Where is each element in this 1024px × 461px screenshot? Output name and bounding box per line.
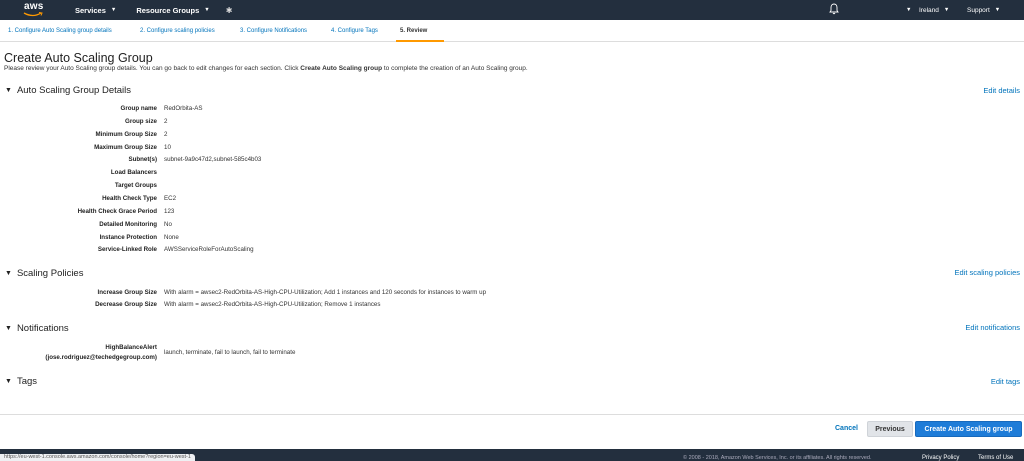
chevron-down-icon: ▼ bbox=[204, 7, 210, 13]
page-description-bold: Create Auto Scaling group bbox=[300, 65, 383, 72]
detail-label: Subnet(s) bbox=[128, 156, 157, 163]
aws-logo[interactable]: aws bbox=[22, 1, 48, 18]
policy-value: With alarm = awsec2-RedOrbita-AS-High-CP… bbox=[164, 301, 381, 308]
step-review[interactable]: 5. Review bbox=[400, 28, 427, 34]
step-configure-tags[interactable]: 4. Configure Tags bbox=[331, 28, 378, 34]
policy-label: Decrease Group Size bbox=[95, 301, 157, 308]
section-header-details[interactable]: ▼ Auto Scaling Group Details bbox=[5, 85, 131, 96]
detail-value: 2 bbox=[164, 118, 168, 125]
collapse-triangle-icon: ▼ bbox=[5, 87, 12, 94]
edit-scaling-policies-link[interactable]: Edit scaling policies bbox=[955, 268, 1020, 277]
detail-label: Instance Protection bbox=[99, 234, 157, 241]
notification-email-label: (jose.rodriguez@techedgegroup.com) bbox=[45, 354, 157, 361]
section-title-details: Auto Scaling Group Details bbox=[16, 85, 131, 96]
page-description-end: to complete the creation of an Auto Scal… bbox=[382, 65, 528, 72]
page-description: Please review your Auto Scaling group de… bbox=[4, 65, 528, 72]
step-configure-details[interactable]: 1. Configure Auto Scaling group details bbox=[8, 28, 112, 34]
detail-label: Detailed Monitoring bbox=[99, 221, 157, 228]
detail-value: RedOrbita-AS bbox=[164, 105, 203, 112]
support-label: Support bbox=[967, 6, 990, 14]
section-title-notifications: Notifications bbox=[16, 323, 69, 334]
section-header-notifications[interactable]: ▼ Notifications bbox=[5, 323, 69, 334]
step-configure-notifications[interactable]: 3. Configure Notifications bbox=[240, 28, 307, 34]
region-menu[interactable]: Ireland ▼ bbox=[919, 0, 949, 20]
detail-label: Service-Linked Role bbox=[97, 246, 157, 253]
policy-value: With alarm = awsec2-RedOrbita-AS-High-CP… bbox=[164, 289, 487, 296]
detail-value: No bbox=[164, 221, 172, 228]
notification-value: launch, terminate, fail to launch, fail … bbox=[164, 349, 296, 356]
divider bbox=[0, 414, 1024, 415]
privacy-policy-link[interactable]: Privacy Policy bbox=[922, 455, 959, 461]
detail-label: Group name bbox=[120, 105, 157, 112]
detail-label: Target Groups bbox=[114, 182, 157, 189]
section-title-policies: Scaling Policies bbox=[16, 268, 84, 279]
detail-label: Health Check Grace Period bbox=[77, 208, 157, 215]
active-step-indicator bbox=[396, 40, 444, 42]
terms-of-use-link[interactable]: Terms of Use bbox=[978, 455, 1013, 461]
status-bar-url: https://eu-west-1.console.aws.amazon.com… bbox=[0, 454, 195, 461]
detail-label: Maximum Group Size bbox=[94, 144, 157, 151]
create-auto-scaling-group-button[interactable]: Create Auto Scaling group bbox=[915, 421, 1022, 437]
aws-smile-icon bbox=[23, 12, 43, 17]
collapse-triangle-icon: ▼ bbox=[5, 325, 12, 332]
step-configure-policies[interactable]: 2. Configure scaling policies bbox=[140, 28, 215, 34]
previous-button[interactable]: Previous bbox=[867, 421, 913, 437]
detail-value: None bbox=[164, 234, 179, 241]
detail-label: Health Check Type bbox=[102, 195, 157, 202]
top-navigation-bar: aws Services ▼ Resource Groups ▼ ✱ bbox=[0, 0, 1024, 20]
aws-logo-text: aws bbox=[24, 1, 44, 12]
detail-value: 123 bbox=[164, 208, 175, 215]
cancel-button[interactable]: Cancel bbox=[835, 425, 858, 432]
resource-groups-menu[interactable]: Resource Groups ▼ bbox=[136, 6, 209, 15]
notification-bell-icon[interactable] bbox=[829, 3, 839, 17]
collapse-triangle-icon: ▼ bbox=[5, 378, 12, 385]
chevron-down-icon: ▼ bbox=[110, 7, 117, 13]
section-header-tags[interactable]: ▼ Tags bbox=[5, 376, 37, 387]
services-menu[interactable]: Services ▼ bbox=[75, 6, 116, 15]
edit-details-link[interactable]: Edit details bbox=[983, 86, 1020, 95]
detail-label: Minimum Group Size bbox=[95, 131, 157, 138]
detail-value: 2 bbox=[164, 131, 168, 138]
pin-icon[interactable]: ✱ bbox=[226, 6, 233, 15]
detail-label: Load Balancers bbox=[110, 169, 157, 176]
section-title-tags: Tags bbox=[16, 376, 38, 387]
support-menu[interactable]: Support ▼ bbox=[967, 0, 1000, 20]
page-title: Create Auto Scaling Group bbox=[4, 51, 153, 65]
section-header-policies[interactable]: ▼ Scaling Policies bbox=[5, 268, 83, 279]
wizard-steps: 1. Configure Auto Scaling group details … bbox=[0, 24, 1024, 42]
detail-value: EC2 bbox=[164, 195, 177, 202]
detail-label: Group size bbox=[125, 118, 157, 125]
policy-label: Increase Group Size bbox=[97, 289, 158, 296]
page-description-start: Please review your Auto Scaling group de… bbox=[4, 65, 301, 72]
chevron-down-icon: ▼ bbox=[906, 7, 912, 13]
chevron-down-icon: ▼ bbox=[994, 7, 1001, 13]
services-label: Services bbox=[75, 5, 106, 15]
detail-value: subnet-9a9c47d2,subnet-585c4b03 bbox=[164, 156, 262, 163]
region-label: Ireland bbox=[919, 6, 939, 14]
detail-value: 10 bbox=[164, 144, 171, 151]
resource-groups-label: Resource Groups bbox=[136, 5, 200, 15]
notification-topic-label: HighBalanceAlert bbox=[105, 344, 157, 351]
edit-notifications-link[interactable]: Edit notifications bbox=[965, 323, 1020, 332]
detail-value: AWSServiceRoleForAutoScaling bbox=[164, 246, 254, 253]
chevron-down-icon: ▼ bbox=[943, 7, 950, 13]
copyright-text: © 2008 - 2018, Amazon Web Services, Inc.… bbox=[683, 455, 872, 461]
edit-tags-link[interactable]: Edit tags bbox=[991, 377, 1020, 386]
account-menu[interactable]: ▼ bbox=[901, 0, 911, 20]
collapse-triangle-icon: ▼ bbox=[5, 270, 12, 277]
